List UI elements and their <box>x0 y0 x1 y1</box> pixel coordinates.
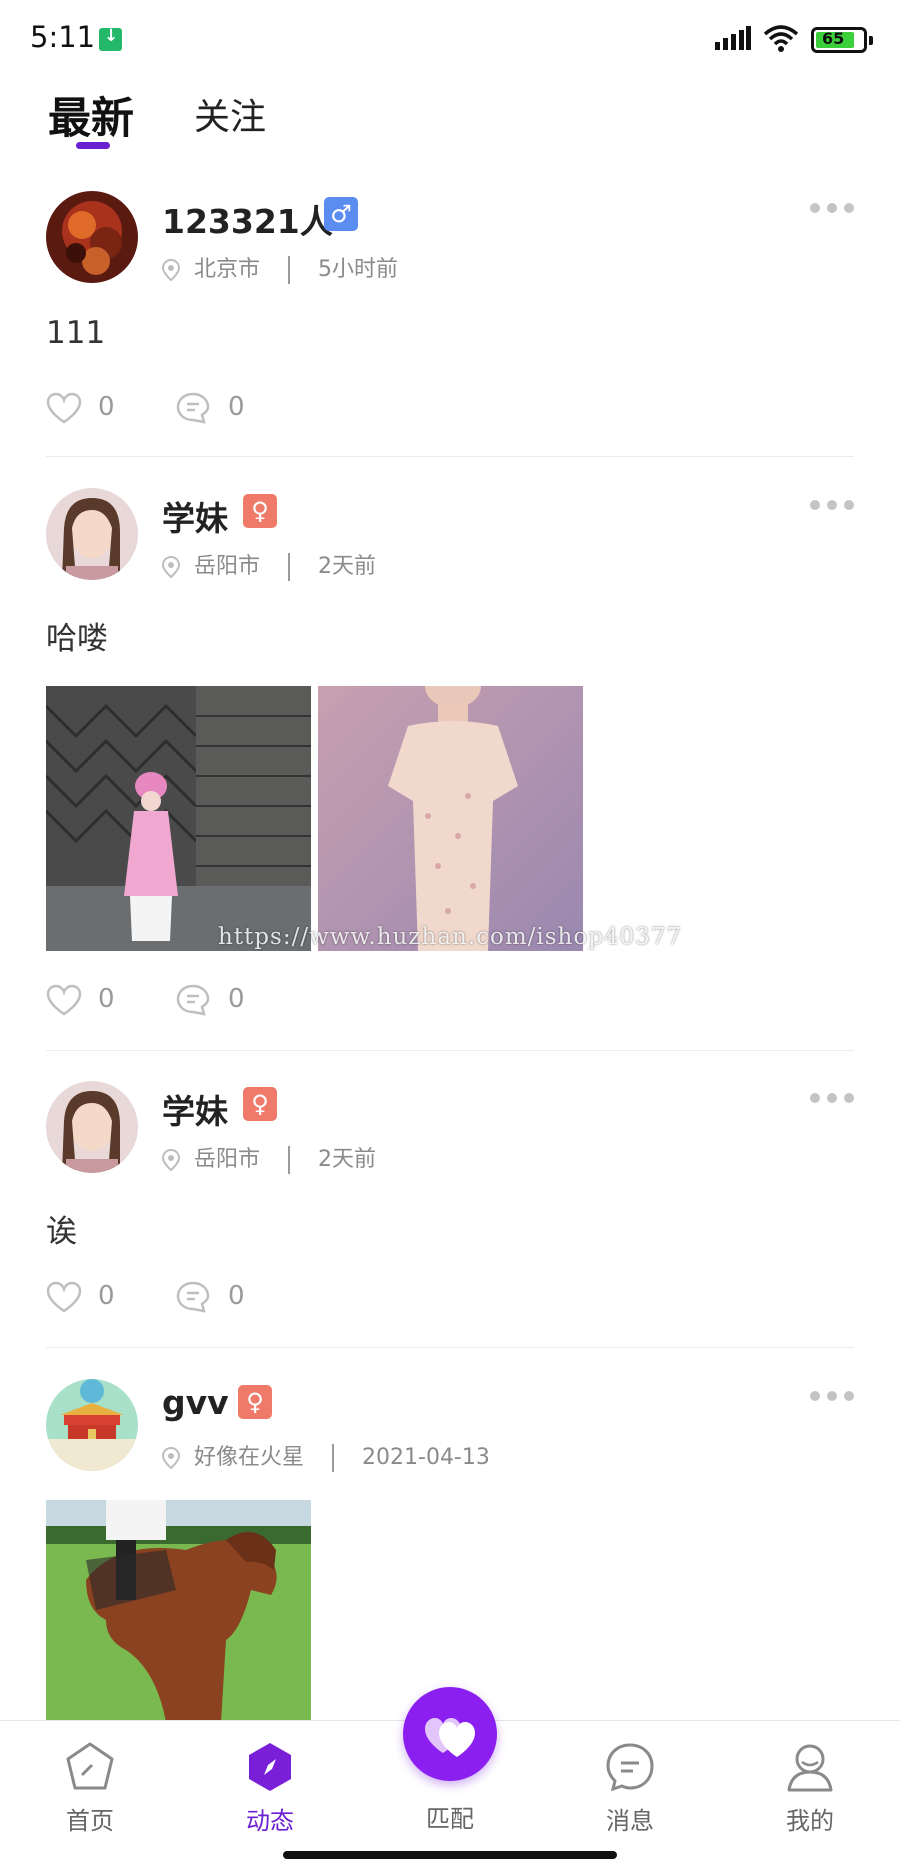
meta-divider <box>288 553 291 581</box>
home-icon <box>66 1742 114 1790</box>
location-pin-icon <box>162 556 180 578</box>
location-pin-icon <box>162 1447 180 1469</box>
more-options-icon[interactable] <box>810 203 854 215</box>
heart-icon[interactable] <box>46 984 82 1016</box>
compass-icon <box>249 1743 291 1791</box>
tab-follow[interactable]: 关注 <box>194 88 266 140</box>
post-location: 好像在火星 <box>194 1445 305 1470</box>
post-content: 诶 <box>46 1214 77 1250</box>
post-photo[interactable] <box>318 686 583 951</box>
female-icon: ♀ <box>243 1087 277 1121</box>
post-time: 2天前 <box>318 1147 377 1172</box>
comment-icon[interactable] <box>176 392 210 424</box>
nav-home[interactable]: 首页 <box>30 1741 150 1836</box>
like-count: 0 <box>98 1281 115 1311</box>
meta-divider <box>288 1146 291 1174</box>
male-icon: ♂ <box>324 197 358 231</box>
location-pin-icon <box>162 259 180 281</box>
more-options-icon[interactable] <box>810 500 854 512</box>
like-count: 0 <box>98 392 115 422</box>
comment-count: 0 <box>228 1281 245 1311</box>
nav-match[interactable]: 匹配 <box>390 1799 510 1834</box>
battery-level: 65 <box>822 29 845 48</box>
profile-icon <box>787 1744 833 1792</box>
post-divider <box>46 1050 854 1051</box>
comment-count: 0 <box>228 392 245 422</box>
post-divider <box>46 1347 854 1348</box>
heart-icon[interactable] <box>46 392 82 424</box>
post-photo[interactable] <box>46 1500 311 1722</box>
avatar[interactable] <box>46 488 138 580</box>
nav-match-label: 匹配 <box>426 1805 474 1833</box>
comment-icon[interactable] <box>176 1281 210 1313</box>
feed-tabs: 最新 关注 <box>0 78 900 158</box>
post-location: 岳阳市 <box>194 554 261 579</box>
avatar[interactable] <box>46 1081 138 1173</box>
post-meta: 岳阳市 2天前 <box>162 548 376 581</box>
post-location: 北京市 <box>194 257 261 282</box>
signal-icon <box>715 26 751 50</box>
username[interactable]: 学妹 <box>162 1085 228 1133</box>
meta-divider <box>332 1444 335 1472</box>
avatar[interactable] <box>46 191 138 283</box>
post-time: 5小时前 <box>318 257 399 282</box>
status-time: 5:11 <box>30 20 96 54</box>
watermark-text: https://www.huzhan.com/ishop40377 <box>218 924 683 950</box>
post-meta: 北京市 5小时前 <box>162 251 398 284</box>
nav-messages-label: 消息 <box>606 1807 654 1835</box>
post-photo[interactable] <box>46 686 311 951</box>
avatar[interactable] <box>46 1379 138 1471</box>
female-icon: ♀ <box>238 1385 272 1419</box>
post-location: 岳阳市 <box>194 1147 261 1172</box>
meta-divider <box>288 256 291 284</box>
status-bar: 5:11 65 <box>0 0 900 72</box>
heart-match-icon <box>425 1718 475 1757</box>
download-icon <box>99 26 122 51</box>
nav-messages[interactable]: 消息 <box>570 1741 690 1836</box>
post-content: 哈喽 <box>46 621 108 657</box>
like-count: 0 <box>98 984 115 1014</box>
home-indicator <box>283 1851 617 1859</box>
message-icon <box>606 1743 654 1792</box>
post-time: 2天前 <box>318 554 377 579</box>
more-options-icon[interactable] <box>810 1093 854 1105</box>
post-time: 2021-04-13 <box>362 1445 490 1470</box>
username[interactable]: 123321人 <box>162 195 333 243</box>
match-button[interactable] <box>403 1687 497 1781</box>
nav-moments[interactable]: 动态 <box>210 1741 330 1836</box>
nav-home-label: 首页 <box>66 1807 114 1835</box>
tab-latest[interactable]: 最新 <box>48 84 134 146</box>
location-pin-icon <box>162 1149 180 1171</box>
heart-icon[interactable] <box>46 1281 82 1313</box>
post-meta: 岳阳市 2天前 <box>162 1141 376 1174</box>
battery-icon: 65 <box>811 27 873 53</box>
username[interactable]: gvv <box>162 1383 229 1422</box>
comment-icon[interactable] <box>176 984 210 1016</box>
nav-profile-label: 我的 <box>786 1807 834 1835</box>
comment-count: 0 <box>228 984 245 1014</box>
more-options-icon[interactable] <box>810 1391 854 1403</box>
post-content: 111 <box>46 315 106 351</box>
tab-active-indicator <box>76 142 110 149</box>
post-meta: 好像在火星 2021-04-13 <box>162 1439 490 1472</box>
nav-moments-label: 动态 <box>246 1807 294 1835</box>
female-icon: ♀ <box>243 494 277 528</box>
wifi-icon <box>763 25 799 52</box>
nav-profile[interactable]: 我的 <box>750 1741 870 1836</box>
username[interactable]: 学妹 <box>162 492 228 540</box>
post-divider <box>46 456 854 457</box>
